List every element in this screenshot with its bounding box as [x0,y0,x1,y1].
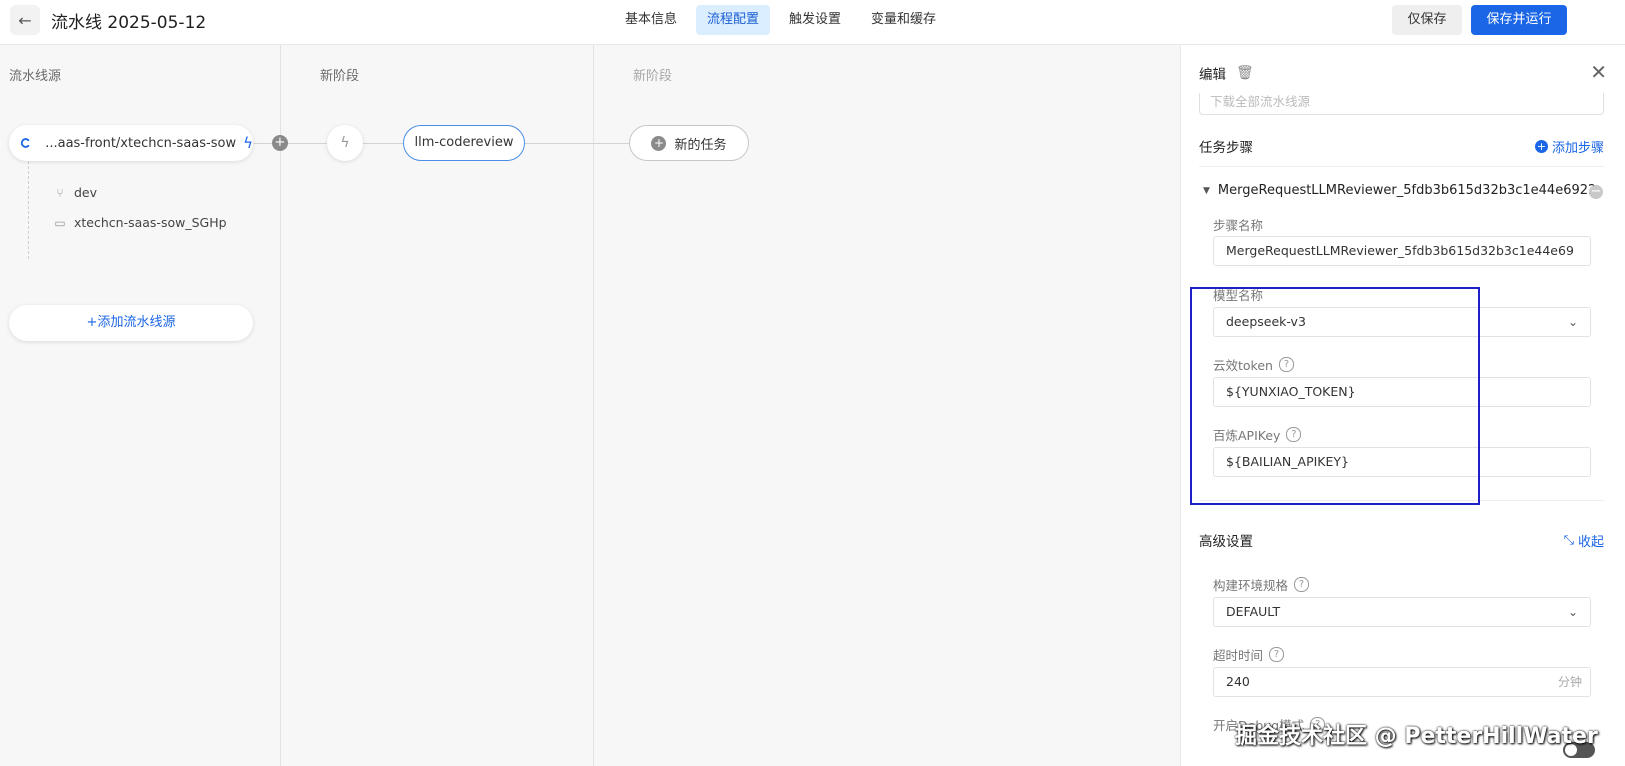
add-step-label: 添加步骤 [1551,140,1604,156]
back-arrow-icon[interactable]: ← [10,5,40,35]
pipeline-title: 流水线 2025-05-12 [51,13,207,33]
tab-bar: 基本信息 流程配置 触发设置 变量和缓存 [614,5,947,35]
column-title-stage[interactable]: 新阶段 [320,65,359,84]
folder-icon: ▭ [54,215,66,230]
highlight-box [1190,287,1480,505]
source-branch: ⑂ dev [54,185,97,200]
job-node-llm-codereview[interactable]: llm-codereview [403,125,525,161]
chevron-down-icon: ⌄ [1567,605,1578,619]
help-icon[interactable]: ? [1269,647,1285,662]
step-name-input[interactable]: MergeRequestLLMReviewer_5fdb3b615d32b3c1… [1213,236,1591,266]
chevron-down-icon: ⌄ [1567,315,1578,329]
plus-icon: + [1534,139,1548,153]
remove-step-icon[interactable]: − [1589,185,1603,199]
step-header[interactable]: ▼ MergeRequestLLMReviewer_5fdb3b615d32b3… [1203,183,1596,198]
flow-connector [523,143,629,144]
trigger-bolt-icon[interactable]: ϟ [327,125,363,161]
close-icon[interactable]: ✕ [1590,60,1607,84]
tab-trigger-settings[interactable]: 触发设置 [778,5,852,35]
column-divider [280,45,281,766]
column-title-new-stage[interactable]: 新阶段 [633,65,672,84]
advanced-settings-label: 高级设置 [1199,534,1253,550]
folder-name: xtechcn-saas-sow_SGHp [74,215,227,230]
panel-title: 编辑 [1199,67,1226,83]
column-title-source: 流水线源 [9,69,62,84]
timeout-input[interactable]: 240 分钟 [1213,667,1591,697]
step-name-label: 步骤名称 [1213,218,1264,233]
panel-header: 编辑 🗑 [1199,63,1254,83]
collapse-button[interactable]: ⤡ 收起 [1564,531,1604,550]
add-step-button[interactable]: + 添加步骤 [1534,137,1604,156]
plus-circle-icon: + [651,135,667,151]
build-env-select[interactable]: DEFAULT ⌄ [1213,597,1591,627]
caret-down-icon: ▼ [1203,185,1210,196]
tab-flow-config[interactable]: 流程配置 [696,5,771,35]
tab-basic-info[interactable]: 基本信息 [614,5,688,35]
help-icon[interactable]: ? [1294,577,1310,592]
new-task-button[interactable]: + 新的任务 [629,125,749,161]
step-header-name: MergeRequestLLMReviewer_5fdb3b615d32b3c1… [1217,183,1597,198]
pipeline-source-card[interactable]: ...aas-front/xtechcn-saas-sow ϟ [9,125,253,161]
column-divider [593,45,594,766]
trash-icon[interactable]: 🗑 [1236,65,1254,81]
divider [1199,166,1604,167]
source-download-dropdown[interactable]: 下载全部流水线源 [1199,93,1604,115]
collapse-label: 收起 [1577,534,1604,550]
watermark-text: 掘金技术社区 @ PetterHillWater [1235,724,1598,749]
codeup-logo-icon [20,138,30,148]
branch-name: dev [74,185,98,200]
add-stage-plus-icon[interactable]: + [272,135,288,151]
timeout-unit: 分钟 [1557,675,1582,689]
task-steps-header: 任务步骤 + 添加步骤 [1199,136,1604,156]
timeout-label: 超时时间 ? [1213,645,1285,664]
bolt-icon[interactable]: ϟ [243,134,253,152]
branch-icon: ⑂ [56,185,64,200]
task-steps-label: 任务步骤 [1199,140,1253,156]
pipeline-canvas: 流水线源 新阶段 新阶段 ...aas-front/xtechcn-saas-s… [0,45,1180,766]
tree-connector [28,161,30,259]
build-env-label: 构建环境规格 ? [1213,575,1310,594]
source-folder: ▭ xtechcn-saas-sow_SGHp [54,215,227,230]
source-repo-name: ...aas-front/xtechcn-saas-sow [45,135,237,151]
save-only-button[interactable]: 仅保存 [1392,5,1462,35]
new-task-label: 新的任务 [674,137,727,153]
top-bar: ← 流水线 2025-05-12 基本信息 流程配置 触发设置 变量和缓存 仅保… [0,0,1625,45]
save-and-run-button[interactable]: 保存并运行 [1471,5,1567,35]
tab-variables-cache[interactable]: 变量和缓存 [860,5,947,35]
collapse-icon: ⤡ [1563,532,1574,548]
add-pipeline-source-button[interactable]: +添加流水线源 [9,305,253,341]
advanced-settings-header: 高级设置 ⤡ 收起 [1199,530,1604,551]
